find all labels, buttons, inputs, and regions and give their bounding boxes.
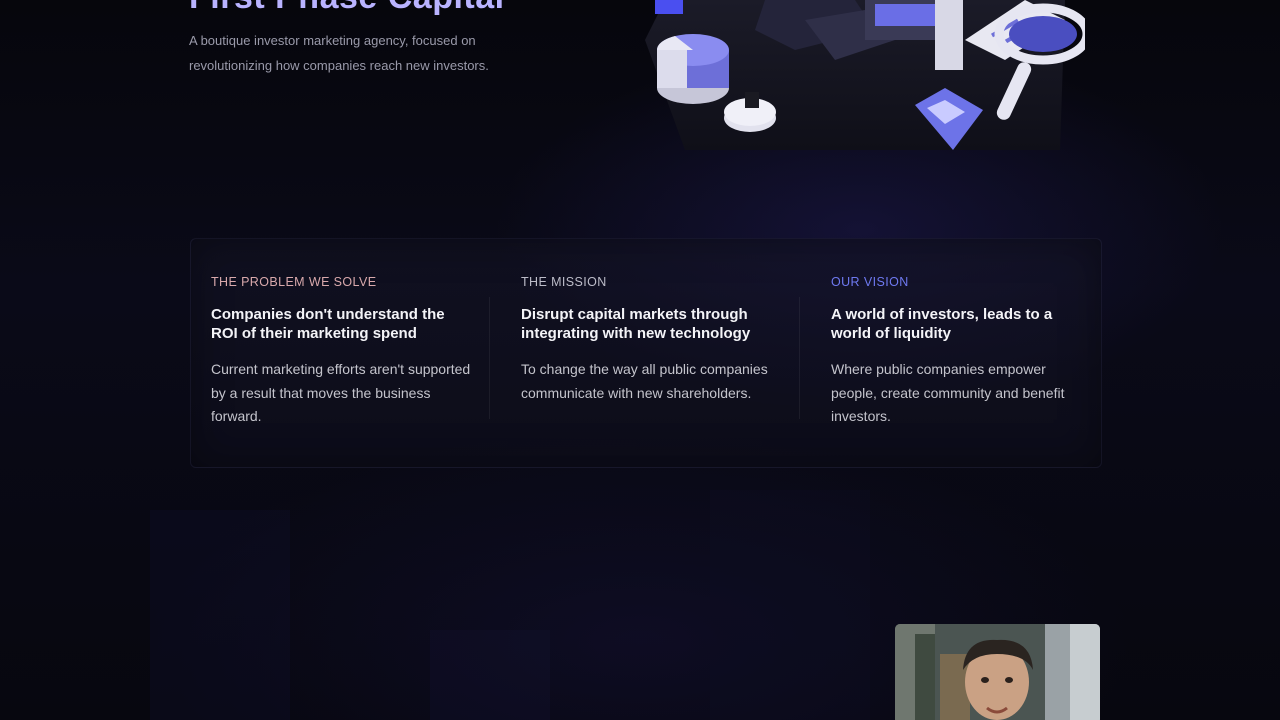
feature-body: Current marketing efforts aren't support…: [211, 361, 471, 424]
page: First Phase Capital A boutique investor …: [0, 0, 1280, 720]
feature-body: To change the way all public companies c…: [521, 361, 768, 401]
person-photo: [895, 624, 1100, 720]
hero-description: A boutique investor marketing agency, fo…: [189, 33, 489, 73]
team-member-photo: [895, 624, 1100, 720]
feature-eyebrow: OUR VISION: [831, 275, 909, 289]
feature-heading: Disrupt capital markets through integrat…: [521, 306, 751, 342]
features-panel: THE PROBLEM WE SOLVE Companies don't und…: [190, 238, 1102, 468]
feature-eyebrow: THE PROBLEM WE SOLVE: [211, 275, 377, 289]
page-title: First Phase Capital: [189, 0, 505, 17]
feature-body: Where public companies empower people, c…: [831, 361, 1065, 424]
feature-heading: A world of investors, leads to a world o…: [831, 306, 1053, 342]
column-divider: [489, 297, 490, 419]
feature-eyebrow: THE MISSION: [521, 275, 607, 289]
column-divider: [799, 297, 800, 419]
isometric-office-illustration: [645, 0, 1085, 150]
feature-heading: Companies don't understand the ROI of th…: [211, 306, 445, 342]
